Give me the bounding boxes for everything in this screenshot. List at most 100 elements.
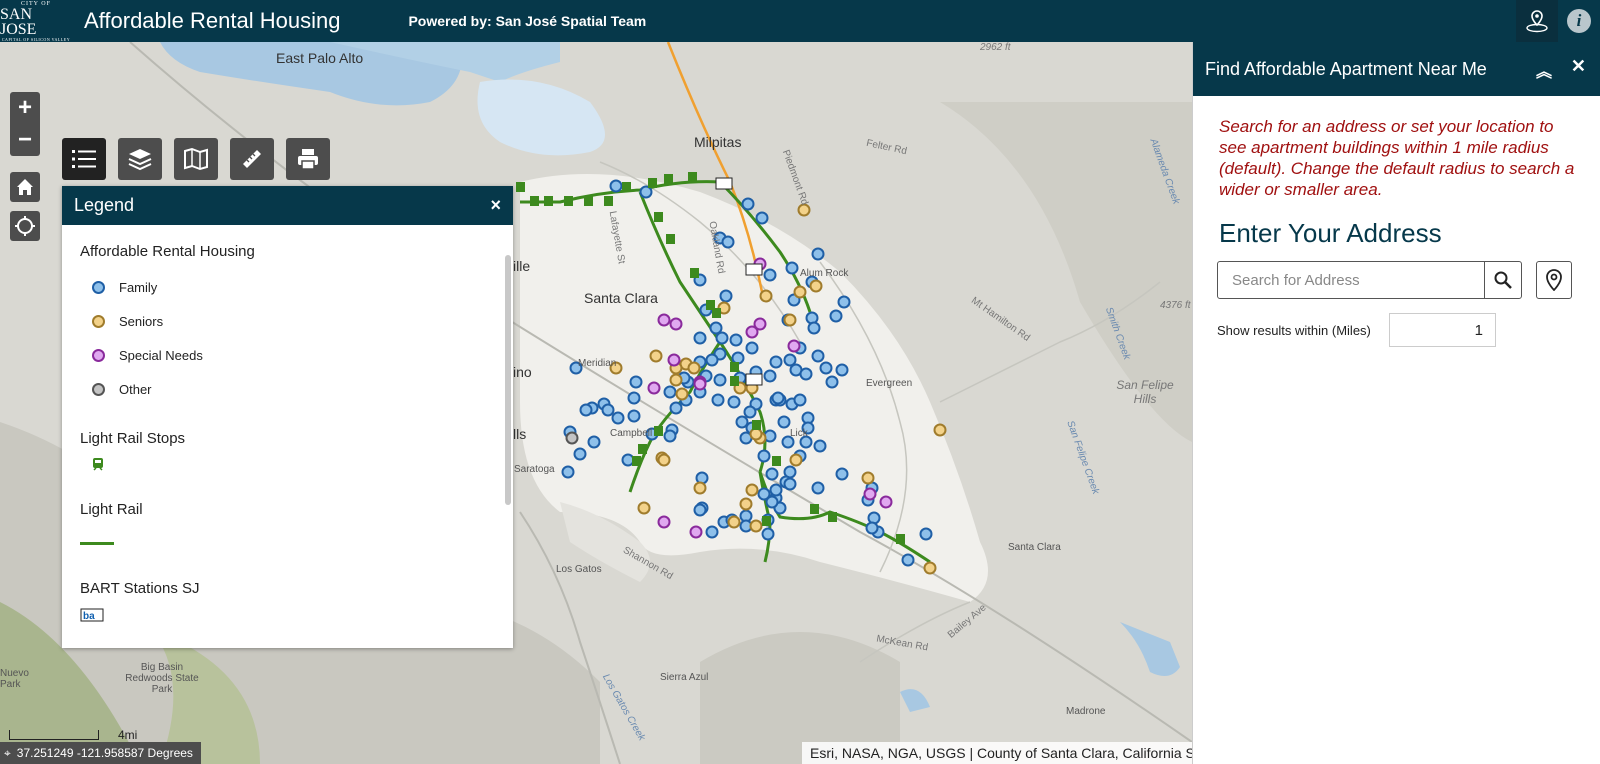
legend-title: Legend — [74, 195, 135, 215]
light-rail-line-swatch — [80, 541, 114, 545]
map-label-santa-clara-valley: Santa Clara — [1008, 542, 1061, 553]
legend-item-family: Family — [80, 270, 495, 304]
legend-light-rail-stop-symbol — [80, 457, 495, 479]
info-icon: i — [1567, 9, 1591, 33]
crosshair-icon — [15, 216, 35, 236]
address-search-input[interactable]: Search for Address — [1217, 261, 1485, 299]
special-needs-marker-icon — [92, 348, 105, 362]
legend-item-label: Other — [119, 381, 152, 397]
map-icon — [184, 147, 208, 171]
legend-panel: Legend × Affordable Rental Housing Famil… — [62, 186, 513, 648]
map-label-big-basin: Big Basin Redwoods State Park — [125, 662, 199, 695]
seniors-marker-icon — [92, 314, 105, 328]
print-button[interactable] — [286, 138, 330, 180]
basemap-gallery-button[interactable] — [174, 138, 218, 180]
panel-close-button[interactable]: ✕ — [1571, 56, 1586, 77]
legend-scrollbar[interactable] — [505, 255, 511, 505]
zoom-out-button[interactable]: − — [10, 124, 40, 156]
legend-item-seniors: Seniors — [80, 304, 495, 338]
use-my-location-button[interactable] — [1536, 261, 1572, 299]
map-label-nuevo-park: Nuevo Park — [0, 668, 29, 690]
near-me-widget-button[interactable] — [1516, 0, 1558, 42]
legend-button[interactable] — [62, 138, 106, 180]
crosshair-small-icon: ⌖ — [4, 745, 11, 760]
app-title: Affordable Rental Housing — [84, 8, 341, 33]
map-label-lick: Lick — [790, 428, 808, 439]
legend-item-label: Seniors — [119, 313, 164, 329]
map-label-campbell: Campbell — [610, 428, 653, 439]
search-icon — [1494, 271, 1512, 289]
map-label-madrone: Madrone — [1066, 706, 1106, 717]
coordinate-readout[interactable]: ⌖ 37.251249 -121.958587 Degrees — [0, 742, 201, 764]
legend-layer-light-rail: Light Rail — [80, 501, 143, 518]
search-button[interactable] — [1484, 261, 1522, 299]
map-label-fragment-ino: ino — [513, 364, 532, 380]
radius-input[interactable]: 1 — [1389, 313, 1496, 347]
map-attribution: Esri, NASA, NGA, USGS | County of Santa … — [802, 742, 1192, 764]
legend-item-special-needs: Special Needs — [80, 338, 495, 372]
printer-icon — [298, 149, 318, 170]
map-label-alum-rock: Alum Rock — [800, 268, 849, 279]
address-search-row: Search for Address — [1193, 261, 1600, 301]
legend-layer-bart: BART Stations SJ — [80, 580, 200, 597]
panel-intro-text: Search for an address or set your locati… — [1219, 117, 1575, 199]
location-pin-icon — [1546, 269, 1562, 291]
legend-header: Legend × — [62, 186, 513, 225]
radius-label: Show results within (Miles) — [1217, 323, 1371, 338]
logo-tagline: CAPITAL OF SILICON VALLEY — [1, 36, 71, 42]
app-header: CITY OF SAN JOSE CAPITAL OF SILICON VALL… — [0, 0, 1600, 42]
legend-body[interactable]: Affordable Rental Housing Family Seniors… — [62, 225, 513, 648]
info-button[interactable]: i — [1558, 0, 1600, 42]
map-label-milpitas: Milpitas — [694, 134, 742, 150]
map-view[interactable]: East Palo Alto Milpitas Santa Clara Alum… — [0, 42, 1192, 764]
other-marker-icon — [92, 382, 105, 396]
map-label-elev-2962: 2962 ft — [980, 42, 1011, 53]
coordinate-text: 37.251249 -121.958587 Degrees — [16, 746, 193, 760]
near-me-panel: Find Affordable Apartment Near Me ︽ ✕ Se… — [1192, 42, 1600, 764]
zoom-in-button[interactable]: + — [10, 92, 40, 124]
legend-light-rail-symbol — [80, 528, 495, 558]
svg-text:ba: ba — [83, 611, 95, 622]
layers-button[interactable] — [118, 138, 162, 180]
map-label-evergreen: Evergreen — [866, 378, 913, 389]
panel-header: Find Affordable Apartment Near Me ︽ ✕ — [1193, 42, 1600, 96]
legend-layer-housing: Affordable Rental Housing — [80, 243, 255, 260]
home-icon — [17, 179, 33, 195]
map-label-los-gatos: Los Gatos — [556, 564, 602, 575]
map-label-east-palo-alto: East Palo Alto — [276, 50, 364, 66]
map-label-fragment-ille: ille — [513, 258, 531, 274]
legend-layer-light-rail-stops: Light Rail Stops — [80, 430, 186, 447]
map-label-santa-clara: Santa Clara — [584, 290, 658, 306]
map-label-saratoga: Saratoga — [514, 464, 555, 475]
legend-bart-symbol: ba — [80, 607, 495, 627]
location-pin-icon — [1526, 10, 1548, 33]
map-label-elev-4376: 4376 ft — [1160, 300, 1191, 311]
legend-close-button[interactable]: × — [490, 195, 501, 216]
measure-button[interactable] — [230, 138, 274, 180]
map-label-fragment-lls: lls — [513, 426, 527, 442]
panel-title: Find Affordable Apartment Near Me — [1205, 58, 1487, 79]
list-icon — [72, 150, 96, 168]
bart-logo-icon: ba — [80, 608, 104, 622]
map-label-meridian: Meridian — [578, 358, 617, 369]
city-logo: CITY OF SAN JOSE CAPITAL OF SILICON VALL… — [0, 0, 72, 42]
logo-text-big: SAN JOSE — [0, 5, 37, 38]
ruler-icon — [243, 150, 261, 168]
radius-row: Show results within (Miles) 1 — [1193, 313, 1600, 349]
family-marker-icon — [92, 280, 105, 294]
legend-item-label: Family — [119, 279, 158, 295]
legend-item-label: Special Needs — [119, 347, 203, 363]
my-location-button[interactable] — [10, 211, 40, 241]
zoom-control: + − — [10, 92, 40, 156]
home-button[interactable] — [10, 172, 40, 202]
train-icon — [93, 458, 103, 471]
scale-label: 4mi — [118, 728, 138, 742]
layers-icon — [128, 149, 152, 171]
powered-by: Powered by: San José Spatial Team — [408, 13, 647, 29]
scale-bar — [9, 730, 99, 740]
address-heading: Enter Your Address — [1219, 218, 1442, 248]
legend-item-other: Other — [80, 372, 495, 406]
map-label-san-felipe-hills: San Felipe Hills — [1116, 378, 1174, 406]
collapse-button[interactable]: ︽ — [1536, 58, 1552, 82]
map-label-sierra-azul: Sierra Azul — [660, 672, 709, 683]
